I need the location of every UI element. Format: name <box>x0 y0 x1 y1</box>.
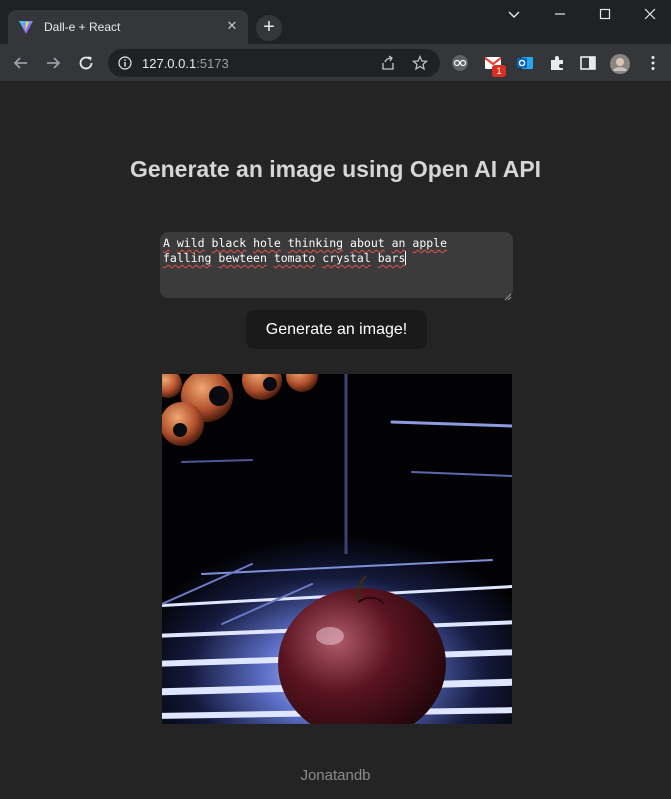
generated-image <box>162 374 512 724</box>
info-icon[interactable] <box>118 56 132 75</box>
close-icon <box>644 8 655 20</box>
forward-button[interactable] <box>43 53 63 73</box>
share-icon[interactable] <box>380 55 396 76</box>
browser-tab[interactable]: Dall-e + React ✕ <box>8 10 248 44</box>
resize-grip-icon[interactable] <box>503 288 512 301</box>
url-host: 127.0.0.1 <box>142 56 197 71</box>
mail-count-badge: 1 <box>492 65 506 77</box>
minimize-icon <box>554 13 565 15</box>
arrow-right-icon <box>47 57 61 69</box>
page-content: Generate an image using Open AI API A wi… <box>0 82 671 799</box>
maximize-icon <box>599 8 610 20</box>
page-title: Generate an image using Open AI API <box>129 156 542 182</box>
menu-kebab-icon[interactable] <box>643 53 663 73</box>
profile-avatar[interactable] <box>609 53 630 74</box>
vite-logo-icon <box>18 19 34 35</box>
browser-toolbar: 127.0.0.1:5173 <box>0 44 671 82</box>
reload-icon <box>79 56 93 70</box>
text-caret <box>405 251 407 265</box>
browser-titlebar: Dall-e + React ✕ + <box>0 0 671 44</box>
generate-image-button[interactable]: Generate an image! <box>246 310 427 349</box>
tab-title: Dall-e + React <box>44 20 121 34</box>
footer-author: Jonatandb <box>300 767 371 784</box>
tab-close-icon[interactable]: ✕ <box>223 17 241 35</box>
extension-glasses-icon[interactable] <box>450 53 470 73</box>
prompt-line-2: falling bewteen tomato crystal bars <box>163 251 407 265</box>
address-bar[interactable]: 127.0.0.1:5173 <box>108 49 440 77</box>
side-panel-icon[interactable] <box>578 53 598 73</box>
url-port: :5173 <box>196 56 229 71</box>
new-tab-button[interactable]: + <box>256 15 282 41</box>
back-button[interactable] <box>11 53 31 73</box>
star-icon[interactable] <box>411 54 429 76</box>
minimize-button[interactable] <box>537 0 582 28</box>
tab-search-button[interactable] <box>491 0 536 28</box>
prompt-textarea[interactable]: A wild black hole thinking about an appl… <box>160 232 513 298</box>
maximize-button[interactable] <box>582 0 627 28</box>
chevron-down-icon <box>508 11 519 18</box>
outlook-icon[interactable] <box>515 53 535 73</box>
arrow-left-icon <box>13 57 27 69</box>
url-text: 127.0.0.1:5173 <box>142 56 229 71</box>
reload-button[interactable] <box>76 53 96 73</box>
puzzle-icon[interactable] <box>547 53 567 73</box>
prompt-line-1: A wild black hole thinking about an appl… <box>163 236 448 250</box>
close-window-button[interactable] <box>627 0 671 28</box>
